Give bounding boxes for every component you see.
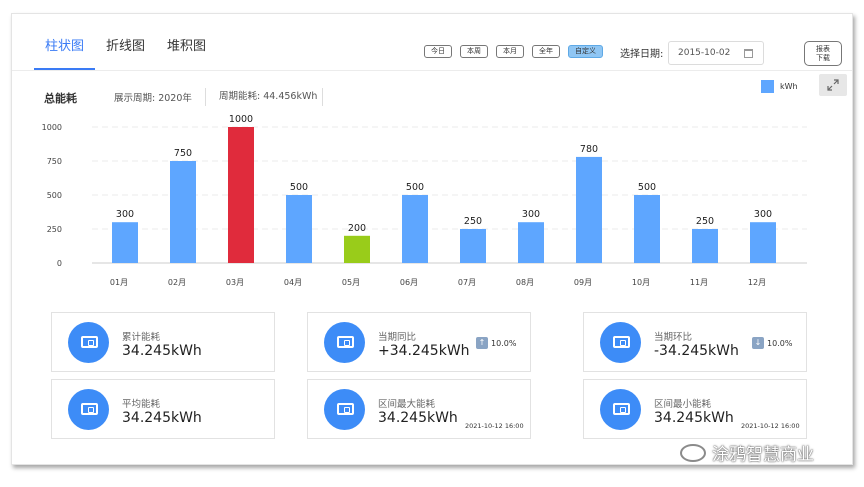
stat-card-cumulative: 累计能耗 34.245kWh xyxy=(51,312,275,372)
bar-value-label: 780 xyxy=(580,144,598,155)
stat-label: 当期同比 xyxy=(378,332,417,343)
bar-12月[interactable] xyxy=(750,222,776,263)
wallet-icon xyxy=(68,322,109,363)
x-tick-label: 09月 xyxy=(574,278,592,287)
bar-09月[interactable] xyxy=(576,156,602,263)
y-tick-label: 0 xyxy=(57,259,62,268)
stat-value: 34.245kWh xyxy=(122,410,202,426)
stat-card-average: 平均能耗 34.245kWh xyxy=(51,379,275,439)
stat-delta: ↑ 10.0% xyxy=(476,337,516,349)
bar-value-label: 750 xyxy=(174,148,192,159)
y-tick-label: 250 xyxy=(47,225,62,234)
wallet-icon xyxy=(324,322,365,363)
x-tick-label: 05月 xyxy=(342,278,360,287)
stat-delta-value: 10.0% xyxy=(767,338,793,348)
bar-07月[interactable] xyxy=(460,229,486,263)
bar-value-label: 250 xyxy=(696,216,714,227)
stat-value: +34.245kWh xyxy=(378,343,470,359)
bar-06月[interactable] xyxy=(402,195,428,263)
energy-bar-chart: 0 250 500 750 1000 300 01月 750 02月 1000 03月 500 04月… xyxy=(42,114,807,287)
stat-delta-value: 10.0% xyxy=(491,338,517,348)
x-tick-label: 03月 xyxy=(226,278,244,287)
watermark: 涂鸦智慧商业 xyxy=(680,440,814,465)
bar-value-label: 500 xyxy=(290,182,308,193)
stat-value: 34.245kWh xyxy=(378,410,458,426)
x-tick-label: 07月 xyxy=(458,278,476,287)
bar-08月[interactable] xyxy=(518,222,544,263)
arrow-up-icon: ↑ xyxy=(476,337,488,349)
stat-card-mom: 当期环比 -34.245kWh ↓ 10.0% xyxy=(583,312,807,372)
wallet-icon xyxy=(600,322,641,363)
x-tick-label: 06月 xyxy=(400,278,418,287)
stat-value: 34.245kWh xyxy=(654,410,734,426)
stat-card-min: 区间最小能耗 34.245kWh 2021-10-12 16:00 xyxy=(583,379,807,439)
stat-timestamp: 2021-10-12 16:00 xyxy=(465,422,524,430)
bar-03月[interactable] xyxy=(228,127,254,263)
stat-label: 当期环比 xyxy=(654,332,693,343)
stat-value: -34.245kWh xyxy=(654,343,739,359)
x-tick-label: 10月 xyxy=(632,278,650,287)
bar-value-label: 500 xyxy=(406,182,424,193)
bar-01月[interactable] xyxy=(112,222,138,263)
stat-label: 累计能耗 xyxy=(122,332,161,343)
wechat-icon xyxy=(680,443,706,462)
stat-card-max: 区间最大能耗 34.245kWh 2021-10-12 16:00 xyxy=(307,379,531,439)
bar-10月[interactable] xyxy=(634,195,660,263)
stat-label: 区间最小能耗 xyxy=(654,399,712,410)
x-tick-label: 04月 xyxy=(284,278,302,287)
bar-11月[interactable] xyxy=(692,229,718,263)
y-tick-label: 1000 xyxy=(42,123,62,132)
energy-dashboard-panel: 柱状图 折线图 堆积图 今日 本周 本月 全年 自定义 选择日期: 2015-1… xyxy=(11,13,853,465)
bar-05月[interactable] xyxy=(344,235,370,263)
stat-value: 34.245kWh xyxy=(122,343,202,359)
stat-timestamp: 2021-10-12 16:00 xyxy=(741,422,800,430)
bar-02月[interactable] xyxy=(170,161,196,263)
bar-value-label: 500 xyxy=(638,182,656,193)
bar-value-label: 250 xyxy=(464,216,482,227)
y-tick-label: 750 xyxy=(47,157,62,166)
bar-value-label: 300 xyxy=(522,209,540,220)
wallet-icon xyxy=(324,389,365,430)
x-tick-label: 12月 xyxy=(748,278,766,287)
watermark-text: 涂鸦智慧商业 xyxy=(712,445,814,465)
stat-delta: ↓ 10.0% xyxy=(752,337,792,349)
wallet-icon xyxy=(600,389,641,430)
bar-value-label: 1000 xyxy=(229,114,253,125)
stat-card-yoy: 当期同比 +34.245kWh ↑ 10.0% xyxy=(307,312,531,372)
bar-value-label: 300 xyxy=(116,209,134,220)
bar-04月[interactable] xyxy=(286,195,312,263)
bar-value-label: 300 xyxy=(754,209,772,220)
wallet-icon xyxy=(68,389,109,430)
arrow-down-icon: ↓ xyxy=(752,337,764,349)
x-tick-label: 02月 xyxy=(168,278,186,287)
stat-label: 区间最大能耗 xyxy=(378,399,436,410)
x-tick-label: 01月 xyxy=(110,278,128,287)
y-tick-label: 500 xyxy=(47,191,62,200)
x-tick-label: 08月 xyxy=(516,278,534,287)
stat-label: 平均能耗 xyxy=(122,399,161,410)
bar-value-label: 200 xyxy=(348,223,366,234)
x-tick-label: 11月 xyxy=(690,278,708,287)
